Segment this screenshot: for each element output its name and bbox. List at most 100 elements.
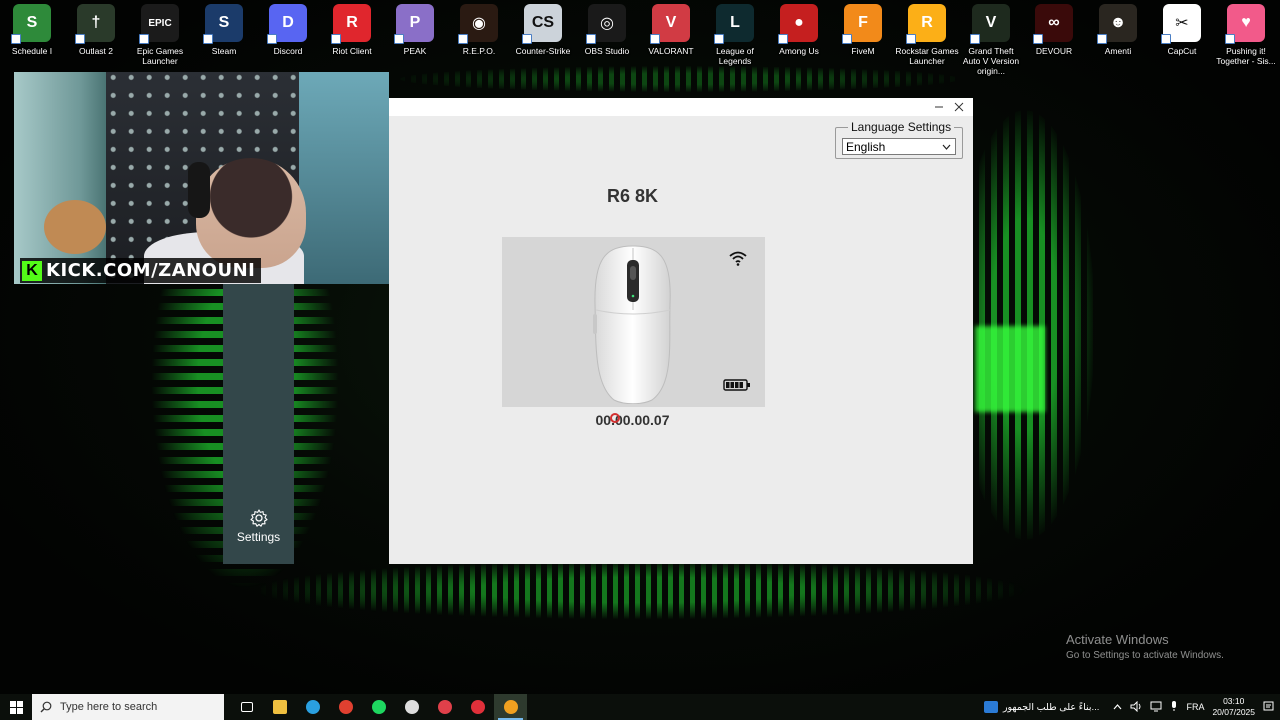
minimize-button[interactable] bbox=[929, 98, 949, 116]
epic-games-icon: EPIC bbox=[139, 4, 179, 44]
search-icon bbox=[40, 701, 52, 713]
desktop-shortcut[interactable]: R Riot Client bbox=[320, 4, 384, 56]
search-placeholder: Type here to search bbox=[60, 701, 158, 713]
taskbar-app-task-view[interactable] bbox=[230, 694, 263, 720]
taskbar-app-obs[interactable] bbox=[395, 694, 428, 720]
shortcut-arrow-icon bbox=[778, 34, 788, 44]
speaker-icon[interactable] bbox=[1130, 700, 1142, 714]
start-button[interactable] bbox=[0, 694, 32, 720]
obs-studio-icon: ◎ bbox=[586, 4, 626, 44]
desktop-shortcut-label: DEVOUR bbox=[1035, 46, 1073, 56]
desktop-shortcut-label: Counter-Strike bbox=[515, 46, 571, 56]
taskbar-app-mouse-software[interactable] bbox=[494, 694, 527, 720]
battery-icon bbox=[723, 379, 750, 391]
obs-icon bbox=[404, 700, 419, 714]
desktop-shortcut-label: League of Legends bbox=[716, 46, 754, 66]
shortcut-arrow-icon bbox=[522, 34, 532, 44]
desktop-shortcut[interactable]: EPIC Epic Games Launcher bbox=[128, 4, 192, 66]
chevron-down-icon bbox=[942, 139, 951, 156]
taskbar-app-spotify[interactable] bbox=[362, 694, 395, 720]
discord-icon: D bbox=[267, 4, 307, 44]
riot-icon bbox=[470, 700, 485, 714]
taskbar-app-edge[interactable] bbox=[296, 694, 329, 720]
gta-v-icon: V bbox=[970, 4, 1010, 44]
shortcut-arrow-icon bbox=[458, 34, 468, 44]
activation-title: Activate Windows bbox=[1066, 632, 1169, 647]
desktop-shortcut[interactable]: ◉ R.E.P.O. bbox=[447, 4, 511, 56]
taskbar-search[interactable]: Type here to search bbox=[32, 694, 224, 720]
file-explorer-icon bbox=[272, 700, 287, 714]
desktop-shortcut[interactable]: V VALORANT bbox=[639, 4, 703, 56]
desktop-shortcut-label: Discord bbox=[273, 46, 303, 56]
sidebar-item-settings[interactable]: Settings bbox=[223, 508, 294, 548]
close-icon bbox=[954, 102, 964, 112]
desktop-shortcut-label: R.E.P.O. bbox=[462, 46, 496, 56]
streamer-head bbox=[196, 158, 306, 268]
desktop-shortcut[interactable]: † Outlast 2 bbox=[64, 4, 128, 56]
language-settings-group: Language Settings English bbox=[835, 120, 963, 159]
desktop-shortcut-label: OBS Studio bbox=[584, 46, 630, 56]
desktop-shortcut[interactable]: L League of Legends bbox=[703, 4, 767, 66]
gear-icon bbox=[249, 509, 268, 527]
webcam-overlay: K KICK.COM/ZANOUNI bbox=[14, 72, 389, 284]
activation-watermark: Activate Windows Go to Settings to activ… bbox=[1066, 632, 1224, 661]
headset bbox=[188, 162, 210, 218]
capcut-icon: ✂ bbox=[1161, 4, 1201, 44]
shortcut-arrow-icon bbox=[906, 34, 916, 44]
language-select[interactable]: English bbox=[842, 138, 956, 155]
desktop-shortcut[interactable]: ● Among Us bbox=[767, 4, 831, 56]
teddy-bear bbox=[44, 200, 106, 254]
firmware-version: 00.00.00.07 bbox=[595, 412, 670, 428]
desktop-shortcut[interactable]: CS Counter-Strike bbox=[511, 4, 575, 56]
devour-icon: ∞ bbox=[1033, 4, 1073, 44]
wallpaper-glow-bottom bbox=[250, 560, 1030, 620]
clock-date: 20/07/2025 bbox=[1212, 707, 1255, 717]
desktop-shortcut[interactable]: S Schedule I bbox=[0, 4, 64, 56]
shortcut-arrow-icon bbox=[1225, 34, 1235, 44]
network-icon[interactable] bbox=[1150, 701, 1162, 714]
taskbar-clock[interactable]: 03:10 20/07/2025 bbox=[1212, 696, 1255, 718]
system-tray: بناءً على طلب الجمهور... FRA 03:10 20/07… bbox=[983, 694, 1280, 720]
microphone-icon[interactable] bbox=[1170, 700, 1178, 714]
taskbar-app-chrome[interactable] bbox=[329, 694, 362, 720]
notification-icon[interactable] bbox=[1263, 701, 1274, 714]
desktop-shortcut[interactable]: P PEAK bbox=[383, 4, 447, 56]
webcam-background-right bbox=[299, 72, 389, 284]
desktop-shortcut[interactable]: F FiveM bbox=[831, 4, 895, 56]
taskbar-app-file-explorer[interactable] bbox=[263, 694, 296, 720]
news-widget[interactable]: بناءً على طلب الجمهور... bbox=[983, 701, 1100, 713]
fivem-icon: F bbox=[842, 4, 882, 44]
desktop-shortcut[interactable]: ◎ OBS Studio bbox=[575, 4, 639, 56]
desktop-shortcut[interactable]: ♥ Pushing it! Together - Sis... bbox=[1214, 4, 1278, 66]
desktop-shortcut[interactable]: D Discord bbox=[256, 4, 320, 56]
close-button[interactable] bbox=[949, 98, 969, 116]
language-indicator[interactable]: FRA bbox=[1186, 702, 1204, 712]
desktop-shortcut[interactable]: ✂ CapCut bbox=[1150, 4, 1214, 56]
pushing-it-icon: ♥ bbox=[1225, 4, 1265, 44]
window-titlebar[interactable] bbox=[389, 98, 973, 116]
desktop-icons: S Schedule I † Outlast 2 EPIC Epic Games Laun… bbox=[0, 4, 1280, 76]
news-icon bbox=[983, 701, 998, 713]
desktop-shortcut[interactable]: ☻ Amenti bbox=[1086, 4, 1150, 56]
kick-banner: K KICK.COM/ZANOUNI bbox=[20, 258, 262, 283]
news-text: بناءً على طلب الجمهور... bbox=[1002, 701, 1100, 713]
sidebar-settings-label: Settings bbox=[236, 530, 281, 544]
shortcut-arrow-icon bbox=[650, 34, 660, 44]
desktop-shortcut[interactable]: S Steam bbox=[192, 4, 256, 56]
taskbar-app-riot[interactable] bbox=[461, 694, 494, 720]
tray-chevron-up-icon[interactable] bbox=[1113, 702, 1122, 712]
shortcut-arrow-icon bbox=[11, 34, 21, 44]
desktop-shortcut[interactable]: ∞ DEVOUR bbox=[1022, 4, 1086, 56]
desktop-shortcut[interactable]: R Rockstar Games Launcher bbox=[895, 4, 959, 66]
device-name: R6 8K bbox=[606, 186, 659, 206]
peak-icon: P bbox=[394, 4, 434, 44]
desktop-shortcut[interactable]: V Grand Theft Auto V Version origin... bbox=[959, 4, 1023, 76]
desktop-shortcut-label: CapCut bbox=[1167, 46, 1197, 56]
shortcut-arrow-icon bbox=[970, 34, 980, 44]
minimize-icon bbox=[935, 106, 943, 108]
desktop-shortcut-label: VALORANT bbox=[648, 46, 694, 56]
riot-client-icon: R bbox=[331, 4, 371, 44]
league-of-legends-icon: L bbox=[714, 4, 754, 44]
clock-time: 03:10 bbox=[1223, 696, 1245, 706]
taskbar-app-valorant[interactable] bbox=[428, 694, 461, 720]
